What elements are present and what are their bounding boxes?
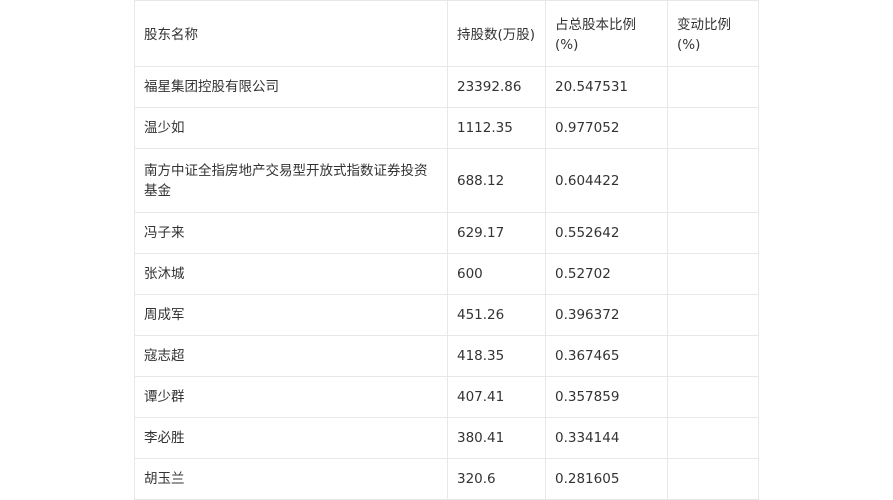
cell-change	[667, 212, 759, 254]
table-row: 胡玉兰 320.6 0.281605	[134, 458, 759, 500]
cell-name: 寇志超	[134, 335, 448, 377]
cell-change	[667, 148, 759, 213]
table-row: 周成军 451.26 0.396372	[134, 294, 759, 336]
cell-ratio: 0.357859	[545, 376, 668, 418]
cell-shares: 380.41	[447, 417, 546, 459]
cell-name: 福星集团控股有限公司	[134, 66, 448, 108]
cell-ratio: 0.281605	[545, 458, 668, 500]
cell-ratio: 20.547531	[545, 66, 668, 108]
cell-change	[667, 66, 759, 108]
cell-shares: 407.41	[447, 376, 546, 418]
table-row: 冯子来 629.17 0.552642	[134, 212, 759, 254]
cell-change	[667, 458, 759, 500]
cell-change	[667, 253, 759, 295]
table-row: 寇志超 418.35 0.367465	[134, 335, 759, 377]
table-row: 福星集团控股有限公司 23392.86 20.547531	[134, 66, 759, 108]
cell-ratio: 0.977052	[545, 107, 668, 149]
cell-shares: 451.26	[447, 294, 546, 336]
table-row: 李必胜 380.41 0.334144	[134, 417, 759, 459]
cell-name: 李必胜	[134, 417, 448, 459]
cell-name: 张沐城	[134, 253, 448, 295]
header-share-ratio: 占总股本比例(%)	[545, 0, 668, 67]
cell-change	[667, 107, 759, 149]
cell-shares: 600	[447, 253, 546, 295]
cell-ratio: 0.552642	[545, 212, 668, 254]
cell-shares: 629.17	[447, 212, 546, 254]
cell-ratio: 0.396372	[545, 294, 668, 336]
cell-shares: 688.12	[447, 148, 546, 213]
cell-ratio: 0.604422	[545, 148, 668, 213]
table-header-row: 股东名称 持股数(万股) 占总股本比例(%) 变动比例(%)	[134, 0, 759, 67]
table-row: 谭少群 407.41 0.357859	[134, 376, 759, 418]
shareholder-table: 股东名称 持股数(万股) 占总股本比例(%) 变动比例(%) 福星集团控股有限公…	[134, 0, 759, 500]
cell-shares: 1112.35	[447, 107, 546, 149]
cell-ratio: 0.334144	[545, 417, 668, 459]
cell-shares: 320.6	[447, 458, 546, 500]
table-row: 张沐城 600 0.52702	[134, 253, 759, 295]
table-row: 南方中证全指房地产交易型开放式指数证券投资基金 688.12 0.604422	[134, 148, 759, 213]
cell-change	[667, 335, 759, 377]
header-change-ratio: 变动比例(%)	[667, 0, 759, 67]
cell-ratio: 0.52702	[545, 253, 668, 295]
cell-name: 冯子来	[134, 212, 448, 254]
header-shares-held: 持股数(万股)	[447, 0, 546, 67]
cell-change	[667, 417, 759, 459]
cell-name: 周成军	[134, 294, 448, 336]
cell-change	[667, 294, 759, 336]
header-shareholder-name: 股东名称	[134, 0, 448, 67]
table-row: 温少如 1112.35 0.977052	[134, 107, 759, 149]
cell-name: 胡玉兰	[134, 458, 448, 500]
cell-ratio: 0.367465	[545, 335, 668, 377]
cell-shares: 418.35	[447, 335, 546, 377]
cell-name: 谭少群	[134, 376, 448, 418]
shareholder-table-container: 股东名称 持股数(万股) 占总股本比例(%) 变动比例(%) 福星集团控股有限公…	[134, 0, 759, 500]
cell-name: 南方中证全指房地产交易型开放式指数证券投资基金	[134, 148, 448, 213]
cell-shares: 23392.86	[447, 66, 546, 108]
cell-name: 温少如	[134, 107, 448, 149]
cell-change	[667, 376, 759, 418]
